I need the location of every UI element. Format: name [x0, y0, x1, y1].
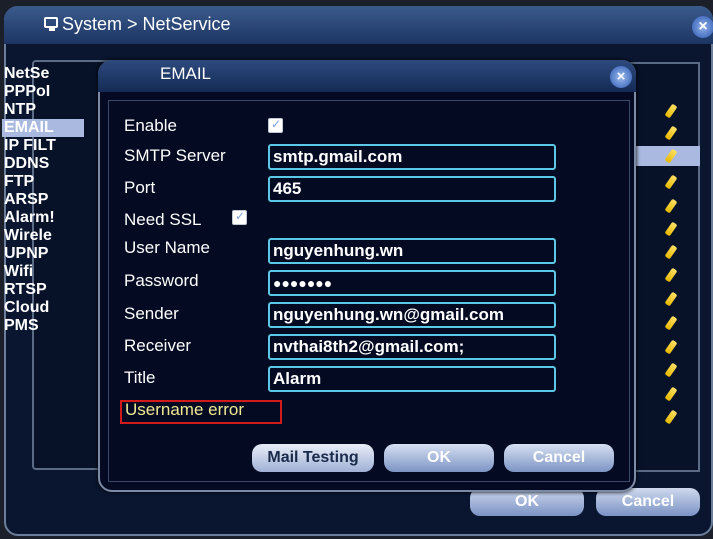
port-field[interactable]: 465: [268, 176, 556, 202]
error-message: Username error: [125, 400, 245, 419]
smtp-server-field[interactable]: smtp.gmail.com: [268, 144, 556, 170]
list-item-ip-filter[interactable]: IP FILT: [4, 137, 56, 155]
window-close-button[interactable]: ×: [692, 16, 713, 38]
list-item-ddns[interactable]: DDNS: [4, 155, 49, 173]
window-cancel-button[interactable]: Cancel: [596, 488, 700, 516]
sender-field[interactable]: nguyenhung.wn@gmail.com: [268, 302, 556, 328]
list-item-ftp[interactable]: FTP: [4, 173, 34, 191]
mail-testing-button[interactable]: Mail Testing: [252, 444, 374, 472]
window-title: System > NetService: [62, 14, 231, 34]
need-ssl-label: Need SSL: [124, 210, 202, 229]
list-item-wireless[interactable]: Wirele: [4, 227, 52, 245]
smtp-server-label: SMTP Server: [124, 146, 226, 165]
username-label: User Name: [124, 238, 210, 257]
list-header: NetSe: [4, 65, 50, 82]
username-field[interactable]: nguyenhung.wn: [268, 238, 556, 264]
title-label: Title: [124, 368, 156, 387]
monitor-icon: [44, 17, 58, 31]
title-field[interactable]: Alarm: [268, 366, 556, 392]
password-label: Password: [124, 271, 199, 290]
list-item-wifi[interactable]: Wifi: [4, 263, 33, 281]
password-field[interactable]: ●●●●●●●: [268, 270, 556, 296]
list-item-upnp[interactable]: UPNP: [4, 245, 48, 263]
window-ok-button[interactable]: OK: [470, 488, 584, 516]
list-item-pms[interactable]: PMS: [4, 317, 39, 335]
enable-label: Enable: [124, 116, 177, 135]
list-item-arsp[interactable]: ARSP: [4, 191, 48, 209]
sender-label: Sender: [124, 304, 179, 323]
edit-column: [630, 62, 700, 472]
receiver-label: Receiver: [124, 336, 192, 355]
receiver-field[interactable]: nvthai8th2@gmail.com;: [268, 334, 556, 360]
list-item-ntp[interactable]: NTP: [4, 101, 36, 119]
dialog-title: EMAIL: [160, 64, 212, 83]
port-label: Port: [124, 178, 156, 197]
list-item-cloud[interactable]: Cloud: [4, 299, 49, 317]
list-item-pppoe[interactable]: PPPoI: [4, 83, 50, 101]
dialog-ok-button[interactable]: OK: [384, 444, 494, 472]
list-item-alarm[interactable]: Alarm!: [4, 209, 55, 227]
list-item-rtsp[interactable]: RTSP: [4, 281, 47, 299]
dialog-cancel-button[interactable]: Cancel: [504, 444, 614, 472]
dialog-close-button[interactable]: ×: [610, 66, 632, 88]
need-ssl-checkbox[interactable]: [232, 209, 247, 225]
list-item-email[interactable]: EMAIL: [2, 119, 84, 137]
enable-checkbox[interactable]: [268, 117, 283, 133]
